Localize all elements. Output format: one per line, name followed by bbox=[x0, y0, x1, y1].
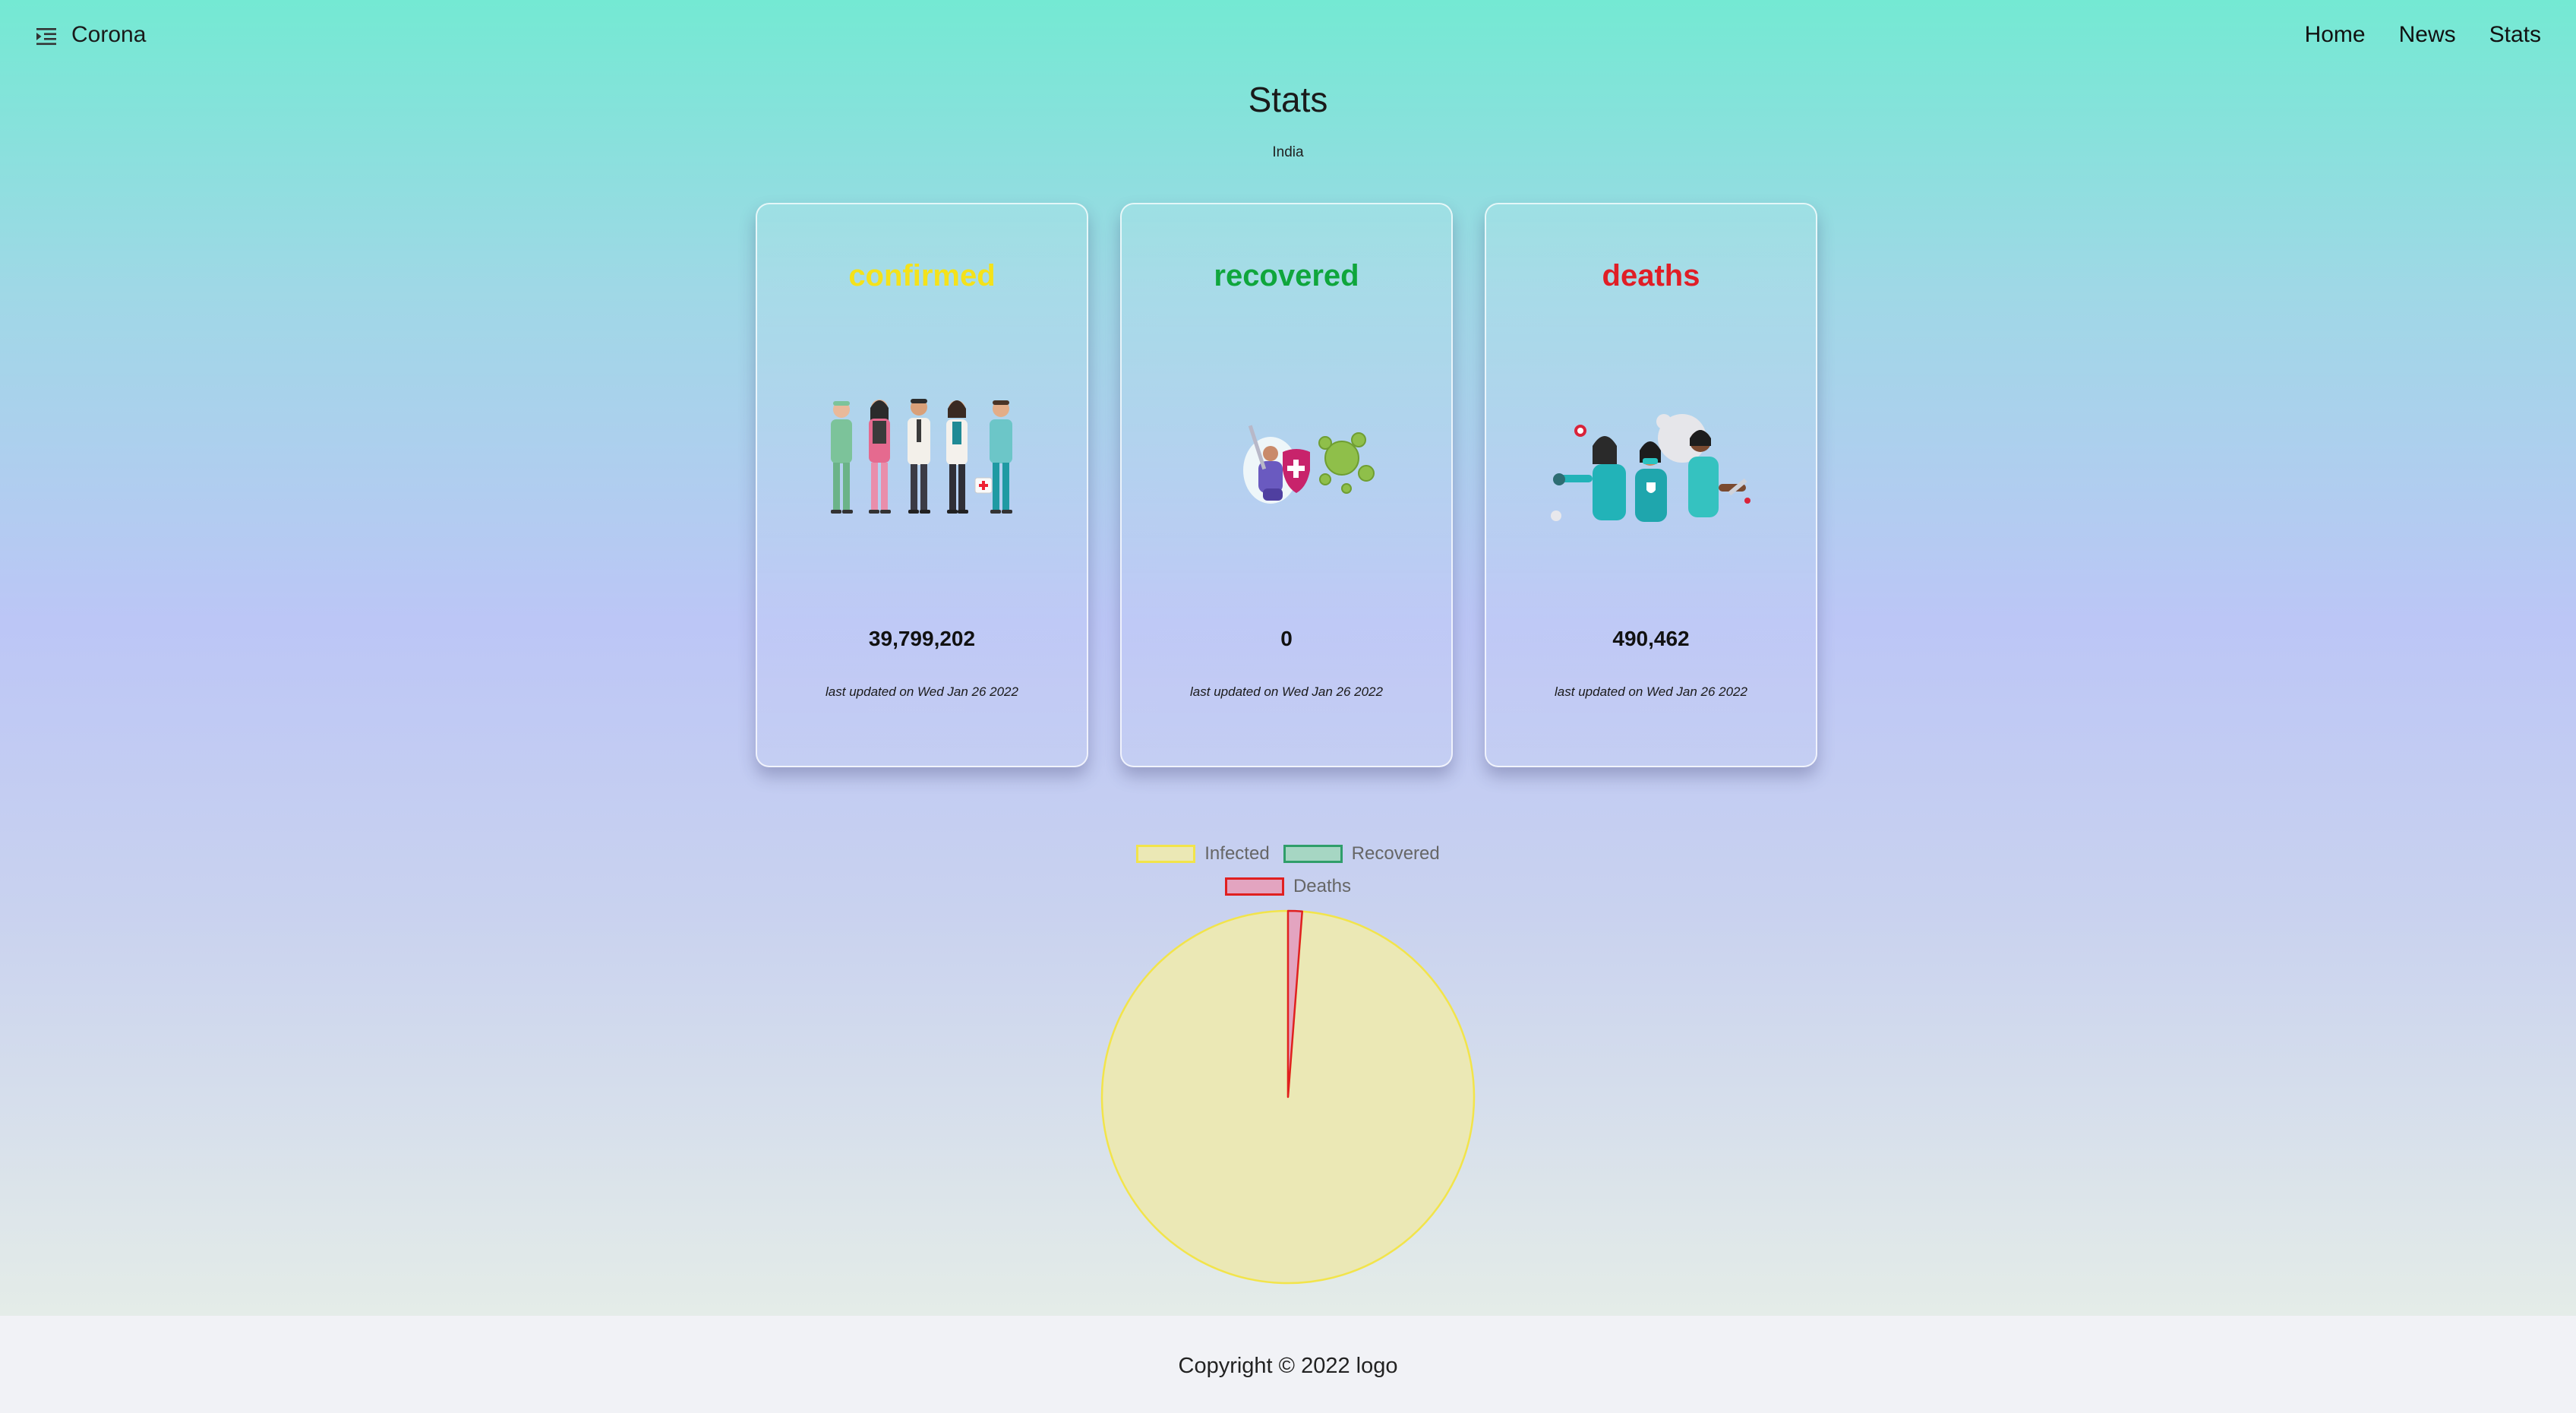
confirmed-title: confirmed bbox=[848, 259, 996, 292]
recovered-updated: last updated on Wed Jan 26 2022 bbox=[1190, 684, 1383, 699]
confirmed-card: confirmed 39,799,202 last updated on Wed… bbox=[756, 203, 1088, 767]
legend-swatch-deaths bbox=[1224, 877, 1284, 896]
legend-item-recovered[interactable]: Recovered bbox=[1283, 843, 1440, 865]
chart-legend-row-2: Deaths bbox=[0, 876, 2576, 897]
menu-icon[interactable] bbox=[35, 24, 59, 49]
country-label: India bbox=[1272, 144, 1304, 160]
chart-legend-row-1: Infected Recovered bbox=[0, 843, 2576, 865]
legend-label-recovered: Recovered bbox=[1351, 843, 1440, 864]
page-title: Stats bbox=[1248, 80, 1328, 119]
recovered-card: recovered 0 last updated on Wed Jan 26 2… bbox=[1120, 203, 1453, 767]
legend-item-deaths[interactable]: Deaths bbox=[1224, 876, 1352, 897]
main-nav: Home News Stats bbox=[2305, 22, 2541, 48]
deaths-title: deaths bbox=[1602, 259, 1700, 292]
deaths-card: deaths 490,462 last updated on Wed Jan 2… bbox=[1485, 203, 1817, 767]
legend-item-infected[interactable]: Infected bbox=[1136, 843, 1270, 865]
cases-pie-chart[interactable] bbox=[1099, 908, 1477, 1286]
copyright-text: Copyright © 2022 logo bbox=[1178, 1354, 1398, 1378]
recovered-count: 0 bbox=[1280, 627, 1293, 650]
deaths-count: 490,462 bbox=[1612, 627, 1690, 650]
confirmed-updated: last updated on Wed Jan 26 2022 bbox=[826, 684, 1018, 699]
top-bar: Corona Home News Stats bbox=[0, 0, 2576, 76]
nav-stats-link[interactable]: Stats bbox=[2489, 22, 2541, 48]
brand-name[interactable]: Corona bbox=[71, 22, 146, 48]
healthcare-workers-illustration bbox=[757, 394, 1087, 561]
virus-fighter-illustration bbox=[1122, 394, 1451, 561]
recovered-title: recovered bbox=[1214, 259, 1359, 292]
legend-swatch-recovered bbox=[1283, 845, 1343, 863]
nav-news-link[interactable]: News bbox=[2399, 22, 2456, 48]
confirmed-count: 39,799,202 bbox=[868, 627, 976, 650]
deaths-updated: last updated on Wed Jan 26 2022 bbox=[1555, 684, 1747, 699]
footer: Copyright © 2022 logo bbox=[0, 1316, 2576, 1413]
legend-label-deaths: Deaths bbox=[1293, 876, 1352, 896]
legend-swatch-infected bbox=[1136, 845, 1196, 863]
medical-team-illustration bbox=[1486, 394, 1816, 561]
nav-home-link[interactable]: Home bbox=[2305, 22, 2366, 48]
legend-label-infected: Infected bbox=[1204, 843, 1270, 864]
